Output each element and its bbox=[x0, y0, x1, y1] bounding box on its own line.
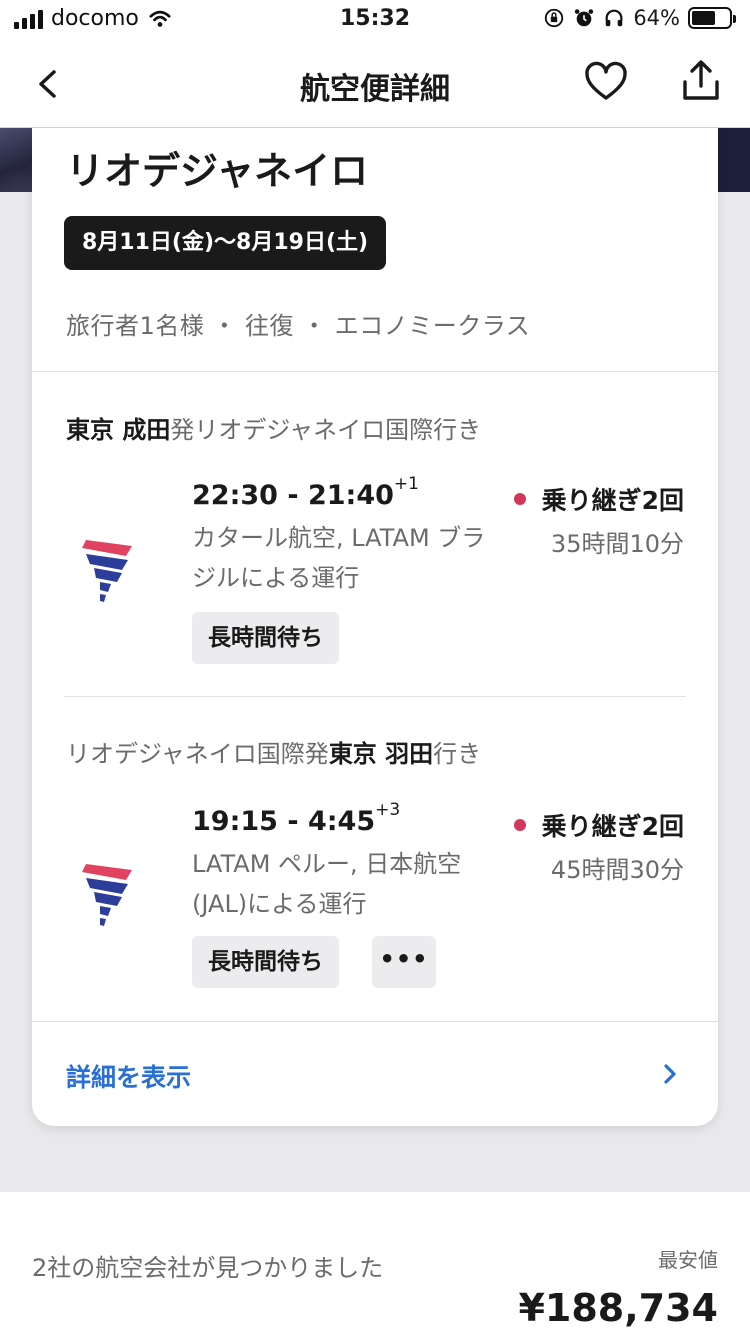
date-range-pill: 8月11日(金)〜8月19日(土) bbox=[64, 216, 387, 270]
flight-duration: 45時間30分 bbox=[550, 856, 684, 884]
page-title: 航空便詳細 bbox=[300, 72, 450, 107]
divider bbox=[32, 371, 718, 372]
airlines-line: LATAM ペルー, 日本航空 bbox=[192, 850, 462, 878]
times-text: 19:15 - 4:45 bbox=[192, 806, 376, 837]
flight-card: リオデジャネイロ 8月11日(金)〜8月19日(土) 旅行者1名様 ・ 往復 ・… bbox=[32, 128, 718, 1126]
divider bbox=[32, 1021, 718, 1022]
status-bar: docomo 15:32 64% bbox=[0, 0, 750, 42]
times-text: 22:30 - 21:40 bbox=[192, 480, 394, 511]
route-end: 行き bbox=[433, 740, 482, 768]
battery-icon bbox=[688, 7, 736, 29]
chevron-right-icon[interactable] bbox=[658, 1062, 682, 1086]
heart-icon[interactable] bbox=[582, 58, 630, 106]
share-icon[interactable] bbox=[676, 56, 726, 106]
return-route: リオデジャネイロ国際発東京 羽田行き bbox=[66, 734, 481, 769]
long-layover-tag: 長時間待ち bbox=[192, 936, 339, 988]
hero-image-right-edge bbox=[718, 128, 750, 192]
alarm-icon bbox=[575, 9, 594, 27]
route-origin: 東京 成田 bbox=[66, 416, 171, 444]
airlines-line: ジルによる運行 bbox=[192, 564, 360, 592]
show-details-link[interactable]: 詳細を表示 bbox=[66, 1058, 191, 1094]
latam-logo-icon bbox=[82, 540, 132, 602]
route-rest: 発リオデジャネイロ国際行き bbox=[170, 416, 482, 444]
lowest-price[interactable]: ¥188,734 bbox=[518, 1286, 718, 1330]
stops-text: 乗り継ぎ2回 bbox=[541, 812, 684, 841]
stop-dot-icon bbox=[513, 819, 526, 831]
navigation-bar: 航空便詳細 bbox=[0, 42, 750, 128]
day-offset: +1 bbox=[393, 474, 419, 494]
route-destination: 東京 羽田 bbox=[328, 740, 434, 768]
airlines-found-text: 2社の航空会社が見つかりました bbox=[32, 1254, 384, 1282]
latam-logo-icon bbox=[82, 864, 132, 926]
outbound-route: 東京 成田発リオデジャネイロ国際行き bbox=[66, 410, 481, 445]
stop-dot-icon bbox=[513, 493, 526, 505]
route-start: リオデジャネイロ国際発 bbox=[66, 740, 329, 768]
more-tags-button[interactable]: ••• bbox=[372, 936, 436, 988]
orientation-lock-icon bbox=[545, 8, 564, 28]
operating-airlines: LATAM ペルー, 日本航空 (JAL)による運行 bbox=[192, 844, 527, 924]
operating-airlines: カタール航空, LATAM ブラ ジルによる運行 bbox=[192, 518, 527, 598]
destination-title: リオデジャネイロ bbox=[66, 149, 369, 193]
battery-percent: 64% bbox=[633, 6, 680, 30]
price-summary-bar: 2社の航空会社が見つかりました 最安値 ¥188,734 bbox=[0, 1192, 750, 1334]
airlines-line: カタール航空, LATAM ブラ bbox=[192, 524, 486, 552]
lowest-price-label: 最安値 bbox=[658, 1248, 718, 1272]
airlines-line: (JAL)による運行 bbox=[192, 890, 367, 918]
day-offset: +3 bbox=[375, 800, 401, 820]
hero-image-left-edge bbox=[0, 128, 32, 192]
stops-text: 乗り継ぎ2回 bbox=[541, 486, 684, 515]
flight-times: 22:30 - 21:40+1 bbox=[192, 474, 419, 511]
stops-info: 乗り継ぎ2回 bbox=[513, 481, 684, 517]
flight-duration: 35時間10分 bbox=[550, 530, 684, 558]
traveler-summary: 旅行者1名様 ・ 往復 ・ エコノミークラス bbox=[66, 312, 531, 340]
long-layover-tag: 長時間待ち bbox=[192, 612, 339, 664]
status-bar-right: 64% bbox=[543, 6, 736, 30]
headphones-icon bbox=[605, 9, 623, 27]
divider bbox=[64, 696, 686, 697]
flight-times: 19:15 - 4:45+3 bbox=[192, 800, 400, 837]
stops-info: 乗り継ぎ2回 bbox=[513, 807, 684, 843]
